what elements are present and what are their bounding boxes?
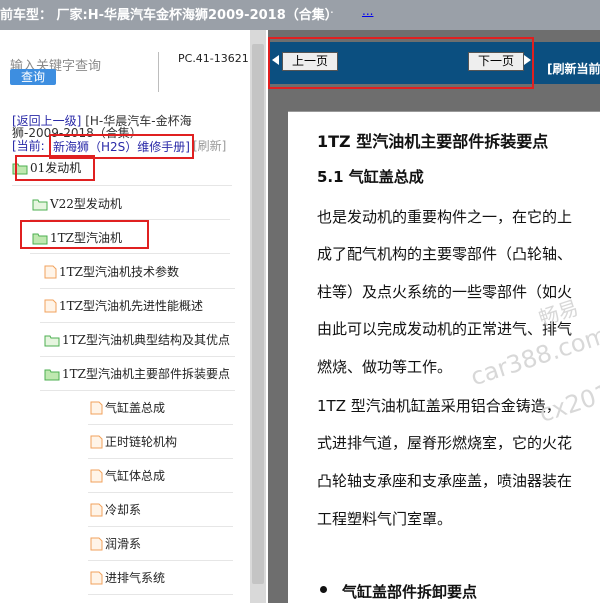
document-icon: [90, 469, 103, 486]
left-panel: 输入关键字查询 查询 PC.41-13621 [返回上一级] [H-华晨汽车-金…: [0, 30, 250, 603]
more-link[interactable]: ...: [362, 4, 373, 18]
doc-line: 1TZ 型汽油机缸盖采用铝合金铸造，: [317, 397, 561, 415]
document-icon: [90, 401, 103, 418]
highlight-box: [20, 220, 149, 249]
doc-line: 燃烧、做功等工作。: [317, 358, 453, 376]
tree-node-label: 气缸盖总成: [105, 401, 166, 415]
tree-node-label: 1TZ型汽油机典型结构及其优点: [62, 333, 230, 347]
tree-node-label: 正时链轮机构: [105, 435, 178, 449]
tree-node-structure[interactable]: 1TZ型汽油机典型结构及其优点: [44, 331, 230, 350]
tree-node-disassembly[interactable]: 1TZ型汽油机主要部件拆装要点: [44, 365, 230, 384]
tree-node-label: 气缸体总成: [105, 469, 166, 483]
current-label: [当前:: [12, 139, 45, 153]
row-divider: [40, 390, 235, 391]
document-viewer: 上一页 下一页 [刷新当前 1TZ 型汽油机主要部件拆装要点 5.1 气缸盖总成…: [268, 30, 600, 603]
tree-node-label: 润滑系: [105, 537, 142, 551]
tree-node-tech-params[interactable]: 1TZ型汽油机技术参数: [44, 263, 179, 282]
search-button[interactable]: 查询: [10, 69, 56, 85]
tree-node-label: 1TZ型汽油机先进性能概述: [59, 299, 203, 313]
row-divider: [88, 458, 233, 459]
row-divider: [88, 526, 233, 527]
manual-code: PC.41-13621: [178, 52, 249, 65]
section-heading: 5.1 气缸盖总成: [317, 168, 424, 186]
header-dot: .: [330, 2, 334, 16]
folder-icon: [32, 198, 48, 214]
folder-open-icon: [44, 368, 60, 384]
document-icon: [44, 299, 57, 316]
tree-node-lubrication[interactable]: 润滑系: [90, 535, 141, 554]
tree-node-label: 1TZ型汽油机主要部件拆装要点: [62, 367, 230, 381]
tree-node-label: 1TZ型汽油机技术参数: [59, 265, 179, 279]
row-divider: [88, 424, 233, 425]
document-icon: [90, 537, 103, 554]
refresh-current-link[interactable]: [刷新当前: [547, 60, 600, 77]
doc-line: 工程塑料气门室罩。: [317, 510, 453, 528]
doc-line: 柱等）及点火系统的一些零部件（如火: [317, 283, 573, 301]
tree-node-intake-exhaust[interactable]: 进排气系统: [90, 569, 165, 588]
bullet-icon: [320, 586, 327, 593]
row-divider: [40, 322, 235, 323]
tree-node-timing-chain[interactable]: 正时链轮机构: [90, 433, 177, 452]
doc-line: 也是发动机的重要构件之一，在它的上: [317, 208, 573, 226]
highlight-box: [268, 37, 534, 89]
tree-node-label: 进排气系统: [105, 571, 166, 585]
vehicle-title: 前车型： 厂家:H-华晨汽车金杯海狮2009-2018（合集）: [0, 8, 338, 23]
document-icon: [44, 265, 57, 282]
row-divider: [88, 594, 233, 595]
row-divider: [88, 492, 233, 493]
doc-line: 成了配气机构的主要零部件（凸轮轴、: [317, 245, 573, 263]
row-divider: [40, 288, 235, 289]
left-scrollbar[interactable]: [250, 30, 266, 603]
tree-node-cylinder-head[interactable]: 气缸盖总成: [90, 399, 165, 418]
bullet-heading: 气缸盖部件拆卸要点: [342, 583, 478, 601]
scrollbar-thumb[interactable]: [252, 44, 264, 584]
row-divider: [40, 356, 235, 357]
doc-line: 由此可以完成发动机的正常进气、排气: [317, 320, 573, 338]
doc-title: 1TZ 型汽油机主要部件拆装要点: [317, 132, 549, 151]
tree-node-performance[interactable]: 1TZ型汽油机先进性能概述: [44, 297, 203, 316]
tree-node-v22[interactable]: V22型发动机: [32, 195, 122, 214]
refresh-link[interactable]: [刷新]: [193, 137, 226, 154]
doc-line: 式进排气道，屋脊形燃烧室，它的火花: [317, 434, 573, 452]
document-icon: [90, 571, 103, 588]
folder-icon: [44, 334, 60, 350]
row-divider: [88, 560, 233, 561]
row-divider: [30, 253, 230, 254]
tree-node-cylinder-block[interactable]: 气缸体总成: [90, 467, 165, 486]
tree-node-label: 冷却系: [105, 503, 142, 517]
doc-line: 凸轮轴支承座和支承座盖，喷油器装在: [317, 472, 573, 490]
tree-node-cooling[interactable]: 冷却系: [90, 501, 141, 520]
tree-node-label: V22型发动机: [50, 197, 122, 211]
document-icon: [90, 435, 103, 452]
document-icon: [90, 503, 103, 520]
highlight-box: [15, 155, 95, 181]
document-page: 1TZ 型汽油机主要部件拆装要点 5.1 气缸盖总成 也是发动机的重要构件之一，…: [288, 111, 600, 603]
top-bar: 前车型： 厂家:H-华晨汽车金杯海狮2009-2018（合集） . ...: [0, 0, 600, 30]
row-divider: [12, 185, 232, 186]
watermark: cx2016: [535, 374, 600, 428]
search-divider: [158, 52, 159, 92]
